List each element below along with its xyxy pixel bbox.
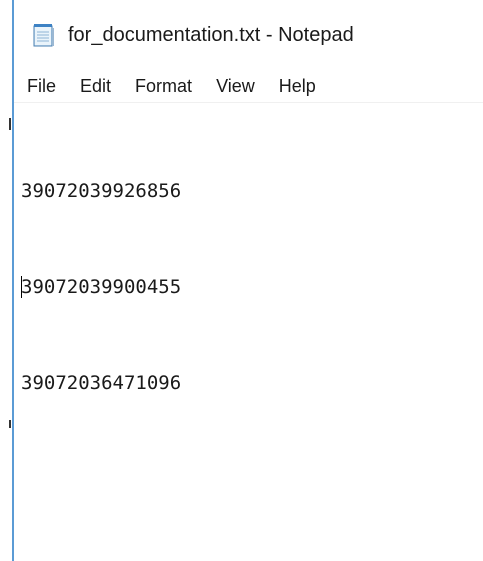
window-title: for_documentation.txt - Notepad [68,23,354,46]
text-editor-area[interactable]: 39072039926856 39072039900455 3907203647… [14,103,483,561]
menu-bar: File Edit Format View Help [14,70,483,103]
text-line-content: 39072039900455 [21,276,182,298]
notepad-icon [32,22,56,48]
menu-edit[interactable]: Edit [68,70,123,102]
text-caret [21,276,22,298]
menu-file[interactable]: File [14,70,68,102]
notepad-window: for_documentation.txt - Notepad File Edi… [0,0,483,561]
text-line: 39072039926856 [21,180,182,202]
resize-edge-mark [9,118,11,130]
menu-view[interactable]: View [204,70,267,102]
menu-format[interactable]: Format [123,70,204,102]
text-line: 39072036471096 [21,372,182,394]
resize-edge-mark [9,420,11,428]
text-line: 39072039900455 [21,271,483,303]
title-bar[interactable]: for_documentation.txt - Notepad [14,0,483,70]
menu-help[interactable]: Help [267,70,328,102]
